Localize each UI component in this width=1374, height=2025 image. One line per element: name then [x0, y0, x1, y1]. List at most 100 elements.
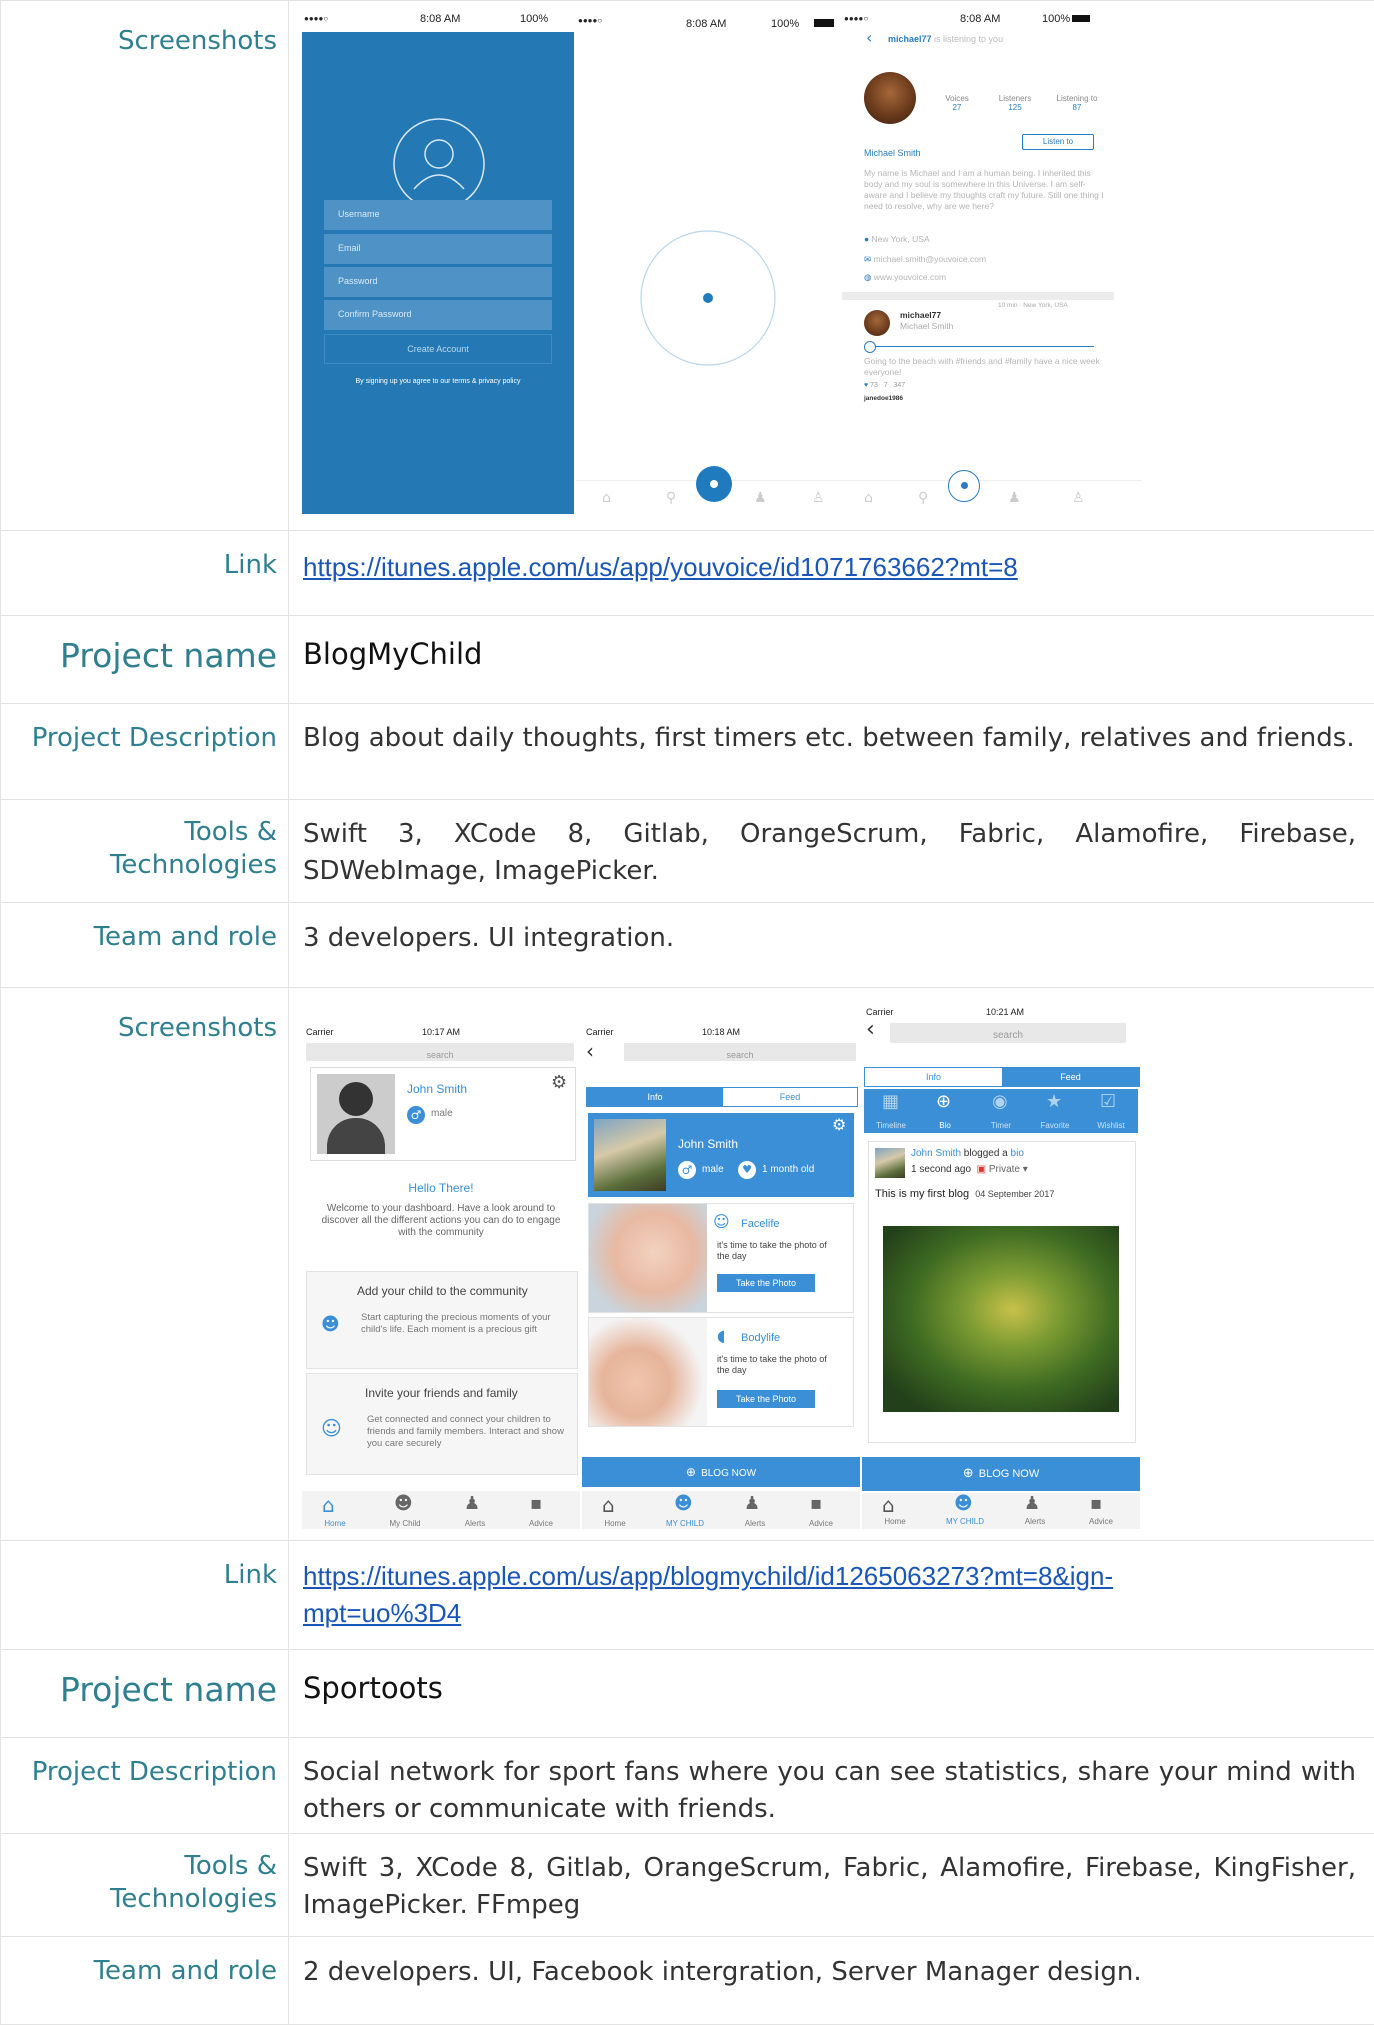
back-icon[interactable]: ‹: [586, 1041, 594, 1061]
email-field[interactable]: Email: [324, 234, 552, 264]
tab-info[interactable]: Info: [865, 1068, 1002, 1086]
baby-face-photo: [589, 1204, 707, 1312]
audio-progress[interactable]: [864, 346, 1094, 347]
tab-my-child[interactable]: MY CHILD: [660, 1519, 710, 1528]
username-field[interactable]: Username: [324, 200, 552, 230]
web-row[interactable]: ◍ www.youvoice.com: [864, 272, 946, 283]
confirm-password-field[interactable]: Confirm Password: [324, 300, 552, 330]
child-icon: ☻: [394, 1493, 413, 1514]
location-pin-icon: ●: [864, 234, 870, 244]
profile-icon[interactable]: ♙: [812, 490, 825, 506]
child-header-card[interactable]: John Smith ♂ male ♥ 1 month old ⚙: [588, 1113, 854, 1197]
alerts-icon[interactable]: ♟: [1008, 490, 1021, 506]
listen-to-button[interactable]: Listen to: [1022, 134, 1094, 150]
home-icon[interactable]: ⌂: [602, 490, 611, 506]
tab-bio[interactable]: Bio: [920, 1121, 970, 1130]
portfolio-table: Screenshots ●●●●○ 8:08 AM 100% Username …: [0, 0, 1374, 2025]
segment-control[interactable]: Info Feed: [864, 1067, 1140, 1087]
take-photo-button[interactable]: Take the Photo: [717, 1274, 815, 1292]
tab-timeline[interactable]: Timeline: [866, 1121, 916, 1130]
blogmychild-link-row: Link https://itunes.apple.com/us/app/blo…: [0, 1540, 1374, 1650]
back-icon[interactable]: ‹: [866, 1019, 875, 1041]
stat-listeners: Listeners 125: [998, 94, 1032, 112]
alerts-icon[interactable]: ♟: [754, 490, 767, 506]
tab-wishlist[interactable]: Wishlist: [1086, 1121, 1136, 1130]
record-circle-icon: [640, 230, 776, 366]
tab-advice[interactable]: Advice: [1076, 1517, 1126, 1526]
tab-timer[interactable]: Timer: [976, 1121, 1026, 1130]
take-photo-button[interactable]: Take the Photo: [717, 1390, 815, 1408]
tab-feed[interactable]: Feed: [1002, 1068, 1139, 1086]
record-button[interactable]: [696, 466, 732, 502]
foot-icon: ◖: [717, 1326, 726, 1345]
tab-my-child[interactable]: MY CHILD: [940, 1517, 990, 1526]
wishlist-icon: ☑: [1100, 1091, 1117, 1112]
bodylife-card[interactable]: ◖ Bodylife it's time to take the photo o…: [588, 1317, 854, 1427]
globe-icon: ◍: [864, 272, 872, 282]
project-description-label: Project Description: [0, 1737, 289, 1834]
blogmychild-link[interactable]: https://itunes.apple.com/us/app/blogmych…: [303, 1561, 1113, 1628]
tab-home[interactable]: Home: [590, 1519, 640, 1528]
child-avatar: [317, 1074, 395, 1154]
blog-post-card[interactable]: John Smith blogged a bio 1 second ago ▣ …: [868, 1141, 1136, 1443]
facelife-card[interactable]: ☺ Facelife it's time to take the photo o…: [588, 1203, 854, 1313]
home-icon: ⌂: [882, 1493, 895, 1517]
profile-icon[interactable]: ♙: [1072, 490, 1085, 506]
post-avatar: [875, 1148, 905, 1178]
search-icon[interactable]: ⚲: [666, 490, 676, 506]
tab-advice[interactable]: Advice: [796, 1519, 846, 1528]
advice-icon: ▪: [810, 1493, 823, 1514]
create-account-button[interactable]: Create Account: [324, 334, 552, 364]
search-icon[interactable]: ⚲: [918, 490, 928, 506]
sportoots-name-row: Project name Sportoots: [0, 1649, 1374, 1738]
tab-alerts[interactable]: Alerts: [450, 1519, 500, 1528]
privacy-select[interactable]: Private: [989, 1164, 1020, 1175]
search-bar[interactable]: search: [306, 1043, 574, 1061]
avatar-placeholder-icon: [393, 118, 485, 210]
search-bar[interactable]: search: [890, 1023, 1126, 1043]
tab-home[interactable]: Home: [310, 1519, 360, 1528]
terms-text[interactable]: By signing up you agree to our terms & p…: [302, 378, 574, 385]
blogmychild-info-screen: Carrier 10:18 AM ‹ search Info Feed John…: [582, 1023, 860, 1529]
lock-icon: ▣: [976, 1164, 987, 1175]
tab-advice[interactable]: Advice: [516, 1519, 566, 1528]
stat-voices: Voices 27: [945, 94, 969, 112]
project-name-label: Project name: [0, 615, 289, 704]
tab-alerts[interactable]: Alerts: [730, 1519, 780, 1528]
tab-home[interactable]: Home: [870, 1517, 920, 1526]
home-icon[interactable]: ⌂: [864, 490, 873, 506]
title-rest: is listening to you: [931, 34, 1004, 44]
tab-info[interactable]: Info: [587, 1088, 723, 1106]
settings-gear-icon[interactable]: ⚙: [551, 1072, 567, 1093]
blog-now-button[interactable]: ⊕ BLOG NOW: [582, 1457, 860, 1487]
add-child-card[interactable]: Add your child to the community ☻ Start …: [306, 1271, 578, 1369]
record-button[interactable]: [948, 470, 980, 502]
post-time: 1 second ago: [911, 1164, 972, 1175]
invite-card[interactable]: Invite your friends and family ☺ Get con…: [306, 1373, 578, 1475]
tab-alerts[interactable]: Alerts: [1010, 1517, 1060, 1526]
team-value: 3 developers. UI integration.: [288, 902, 1374, 988]
youvoice-link[interactable]: https://itunes.apple.com/us/app/youvoice…: [303, 552, 1018, 582]
tab-favorite[interactable]: Favorite: [1030, 1121, 1080, 1130]
search-placeholder: search: [426, 1050, 454, 1060]
segment-control[interactable]: Info Feed: [586, 1087, 858, 1107]
password-field[interactable]: Password: [324, 267, 552, 297]
status-time: 8:08 AM: [420, 13, 461, 25]
child-card[interactable]: John Smith ♂ male ⚙: [310, 1067, 576, 1161]
tab-my-child[interactable]: My Child: [380, 1519, 430, 1528]
hello-title: Hello There!: [408, 1181, 474, 1195]
status-carrier: Carrier: [306, 1027, 334, 1037]
blog-now-button[interactable]: ⊕ BLOG NOW: [862, 1457, 1140, 1491]
email-row[interactable]: ✉ michael.smith@youvoice.com: [864, 254, 986, 265]
favorite-icon: ★: [1046, 1091, 1063, 1112]
back-icon[interactable]: ‹: [866, 28, 872, 47]
heart-badge-icon: ♥: [738, 1161, 756, 1179]
team-label: Team and role: [0, 902, 289, 988]
profile-bio: My name is Michael and I am a human bein…: [864, 168, 1104, 211]
youvoice-record-screen: ●●●●○ 8:08 AM 100% ⌂ ⚲ ♟ ♙: [576, 10, 848, 514]
search-bar[interactable]: search: [624, 1043, 856, 1061]
status-carrier: Carrier: [866, 1007, 894, 1017]
tab-feed[interactable]: Feed: [723, 1088, 857, 1106]
blogmychild-description-row: Project Description Blog about daily tho…: [0, 703, 1374, 800]
settings-gear-icon[interactable]: ⚙: [832, 1115, 846, 1134]
